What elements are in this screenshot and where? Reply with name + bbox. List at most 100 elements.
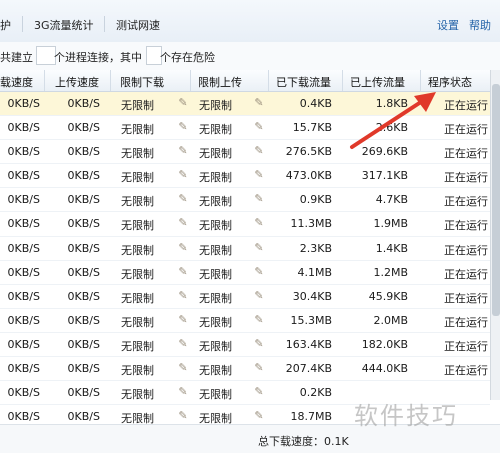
edit-upload-limit-icon[interactable]: ✎ <box>252 192 266 206</box>
cell-download-limit: 无限制 <box>121 339 154 353</box>
edit-upload-limit-icon[interactable]: ✎ <box>252 361 266 375</box>
edit-download-limit-icon[interactable]: ✎ <box>176 385 190 399</box>
edit-download-limit-icon[interactable]: ✎ <box>176 265 190 279</box>
tab-3g-traffic[interactable]: 3G流量统计 <box>34 17 94 33</box>
cell-downloaded: 2.3KB <box>299 241 332 255</box>
scrollbar-thumb[interactable] <box>492 84 500 316</box>
summary-middle: 个进程连接，其中 <box>54 51 142 64</box>
cell-upload-speed: 0KB/S <box>67 169 100 183</box>
cell-upload-limit: 无限制 <box>199 123 232 137</box>
table-row[interactable]: 0KB/S 0KB/S 无限制 无限制 0.4KB 1.8KB 正在运行 ✎ ✎ <box>0 92 490 117</box>
column-divider <box>44 70 45 91</box>
cell-downloaded: 15.3MB <box>290 313 332 327</box>
cell-downloaded: 276.5KB <box>285 145 332 159</box>
edit-download-limit-icon[interactable]: ✎ <box>176 96 190 110</box>
cell-uploaded: 2.6KB <box>375 121 408 135</box>
table-row[interactable]: 0KB/S 0KB/S 无限制 无限制 11.3MB 1.9MB 正在运行 ✎ ✎ <box>0 212 490 237</box>
cell-upload-limit: 无限制 <box>199 99 232 112</box>
cell-download-speed: 0KB/S <box>7 410 40 424</box>
edit-upload-limit-icon[interactable]: ✎ <box>252 168 266 182</box>
edit-upload-limit-icon[interactable]: ✎ <box>252 337 266 351</box>
cell-downloaded: 0.2KB <box>299 386 332 400</box>
cell-download-limit: 无限制 <box>121 315 154 329</box>
cell-status: 正在运行 <box>444 291 488 305</box>
header-uploaded[interactable]: 已上传流量 <box>350 74 405 90</box>
cell-download-limit: 无限制 <box>121 147 154 161</box>
table-row[interactable]: 0KB/S 0KB/S 无限制 无限制 207.4KB 444.0KB 正在运行 ✎ ✎ <box>0 357 490 382</box>
cell-status: 正在运行 <box>444 267 488 281</box>
edit-upload-limit-icon[interactable]: ✎ <box>252 120 266 134</box>
cell-download-speed: 0KB/S <box>7 97 40 110</box>
header-upload-limit[interactable]: 限制上传 <box>198 74 242 90</box>
table-row[interactable]: 0KB/S 0KB/S 无限制 无限制 473.0KB 317.1KB 正在运行 ✎ ✎ <box>0 164 490 189</box>
cell-upload-limit: 无限制 <box>199 315 232 329</box>
edit-upload-limit-icon[interactable]: ✎ <box>252 265 266 279</box>
cell-download-speed: 0KB/S <box>7 193 40 207</box>
watermark: 软件技巧 <box>354 402 458 430</box>
edit-upload-limit-icon[interactable]: ✎ <box>252 241 266 255</box>
cell-upload-speed: 0KB/S <box>67 265 100 279</box>
edit-download-limit-icon[interactable]: ✎ <box>176 192 190 206</box>
tab-protect[interactable]: 护 <box>0 17 11 33</box>
cell-download-speed: 0KB/S <box>7 169 40 183</box>
summary-prefix: 共建立 <box>0 51 33 64</box>
table-scrollbar[interactable] <box>490 70 500 400</box>
table-row[interactable]: 0KB/S 0KB/S 无限制 无限制 2.3KB 1.4KB 正在运行 ✎ ✎ <box>0 237 490 261</box>
connection-count <box>36 46 56 65</box>
settings-link[interactable]: 设置 <box>437 17 459 33</box>
cell-upload-limit: 无限制 <box>199 171 232 185</box>
edit-upload-limit-icon[interactable]: ✎ <box>252 96 266 110</box>
table-row[interactable]: 0KB/S 0KB/S 无限制 无限制 4.1MB 1.2MB 正在运行 ✎ ✎ <box>0 261 490 285</box>
cell-download-speed: 0KB/S <box>7 313 40 327</box>
cell-uploaded: 182.0KB <box>361 337 408 351</box>
edit-download-limit-icon[interactable]: ✎ <box>176 313 190 327</box>
column-divider <box>420 70 421 91</box>
table-row[interactable]: 0KB/S 0KB/S 无限制 无限制 30.4KB 45.9KB 正在运行 ✎ ✎ <box>0 285 490 309</box>
cell-upload-limit: 无限制 <box>199 243 232 257</box>
cell-uploaded: 317.1KB <box>361 169 408 183</box>
cell-download-limit: 无限制 <box>121 219 154 233</box>
edit-download-limit-icon[interactable]: ✎ <box>176 216 190 230</box>
edit-download-limit-icon[interactable]: ✎ <box>176 120 190 134</box>
edit-download-limit-icon[interactable]: ✎ <box>176 289 190 303</box>
edit-upload-limit-icon[interactable]: ✎ <box>252 385 266 399</box>
process-traffic-table: 载速度 上传速度 限制下载 限制上传 已下载流量 已上传流量 程序状态 0KB/… <box>0 70 490 430</box>
cell-uploaded: 1.4KB <box>375 241 408 255</box>
cell-upload-speed: 0KB/S <box>67 386 100 400</box>
table-row[interactable]: 0KB/S 0KB/S 无限制 无限制 15.3MB 2.0MB 正在运行 ✎ ✎ <box>0 309 490 333</box>
cell-download-limit: 无限制 <box>121 195 154 209</box>
cell-downloaded: 163.4KB <box>285 337 332 351</box>
cell-download-limit: 无限制 <box>121 123 154 137</box>
header-upload-speed[interactable]: 上传速度 <box>55 74 99 90</box>
table-row[interactable]: 0KB/S 0KB/S 无限制 无限制 276.5KB 269.6KB 正在运行 ✎ ✎ <box>0 140 490 165</box>
cell-download-limit: 无限制 <box>121 388 154 402</box>
edit-upload-limit-icon[interactable]: ✎ <box>252 216 266 230</box>
header-downloaded[interactable]: 已下载流量 <box>276 74 331 90</box>
table-row[interactable]: 0KB/S 0KB/S 无限制 无限制 15.7KB 2.6KB 正在运行 ✎ ✎ <box>0 116 490 141</box>
header-download-limit[interactable]: 限制下载 <box>120 74 164 90</box>
cell-upload-limit: 无限制 <box>199 339 232 353</box>
header-download-speed[interactable]: 载速度 <box>0 74 33 90</box>
cell-upload-speed: 0KB/S <box>67 193 100 207</box>
edit-download-limit-icon[interactable]: ✎ <box>176 409 190 423</box>
edit-upload-limit-icon[interactable]: ✎ <box>252 313 266 327</box>
help-link[interactable]: 帮助 <box>469 17 491 33</box>
table-row[interactable]: 0KB/S 0KB/S 无限制 无限制 0.9KB 4.7KB 正在运行 ✎ ✎ <box>0 188 490 213</box>
edit-upload-limit-icon[interactable]: ✎ <box>252 144 266 158</box>
tab-speed-test[interactable]: 测试网速 <box>116 17 160 33</box>
cell-upload-limit: 无限制 <box>199 267 232 281</box>
edit-upload-limit-icon[interactable]: ✎ <box>252 409 266 423</box>
cell-uploaded: 1.2MB <box>373 265 408 279</box>
cell-uploaded: 45.9KB <box>368 289 408 303</box>
edit-download-limit-icon[interactable]: ✎ <box>176 241 190 255</box>
cell-upload-limit: 无限制 <box>199 388 232 402</box>
header-status[interactable]: 程序状态 <box>428 74 472 90</box>
cell-upload-limit: 无限制 <box>199 364 232 378</box>
edit-download-limit-icon[interactable]: ✎ <box>176 144 190 158</box>
edit-download-limit-icon[interactable]: ✎ <box>176 337 190 351</box>
table-row[interactable]: 0KB/S 0KB/S 无限制 无限制 163.4KB 182.0KB 正在运行 ✎ ✎ <box>0 333 490 358</box>
cell-uploaded: 4.7KB <box>375 193 408 207</box>
edit-upload-limit-icon[interactable]: ✎ <box>252 289 266 303</box>
edit-download-limit-icon[interactable]: ✎ <box>176 361 190 375</box>
edit-download-limit-icon[interactable]: ✎ <box>176 168 190 182</box>
